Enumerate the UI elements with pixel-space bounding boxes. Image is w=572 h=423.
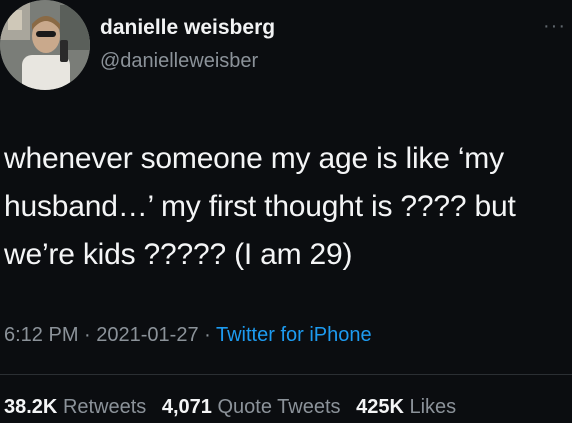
tweet-text: whenever someone my age is like ‘my husb… — [4, 142, 516, 271]
quote-tweets-stat[interactable]: 4,071 Quote Tweets — [162, 396, 341, 418]
likes-stat[interactable]: 425K Likes — [356, 396, 456, 418]
meta-separator: · — [78, 324, 97, 346]
retweets-count: 38.2K — [4, 396, 58, 418]
tweet-source-link[interactable]: Twitter for iPhone — [216, 324, 372, 346]
author-display-name[interactable]: danielle weisberg — [100, 16, 275, 40]
engagement-stats: 38.2K Retweets 4,071 Quote Tweets 425K L… — [4, 396, 456, 419]
avatar[interactable] — [0, 0, 90, 90]
quote-tweets-count: 4,071 — [161, 396, 212, 418]
ellipsis-icon[interactable]: ··· — [543, 16, 566, 36]
quote-tweets-label: Quote Tweets — [217, 396, 341, 418]
profile-photo-icon — [0, 0, 90, 90]
author-handle[interactable]: @danielleweisber — [100, 50, 258, 73]
divider — [0, 374, 572, 375]
meta-separator: · — [198, 324, 216, 346]
retweets-label: Retweets — [62, 396, 147, 418]
tweet-date[interactable]: 2021-01-27 — [96, 324, 198, 346]
likes-label: Likes — [409, 396, 457, 418]
likes-count: 425K — [356, 396, 404, 418]
retweets-stat[interactable]: 38.2K Retweets — [4, 396, 146, 418]
tweet-card: danielle weisberg @danielleweisber ··· w… — [0, 0, 572, 423]
tweet-time[interactable]: 6:12 PM — [4, 324, 78, 346]
tweet-meta: 6:12 PM · 2021-01-27 · Twitter for iPhon… — [4, 324, 372, 347]
